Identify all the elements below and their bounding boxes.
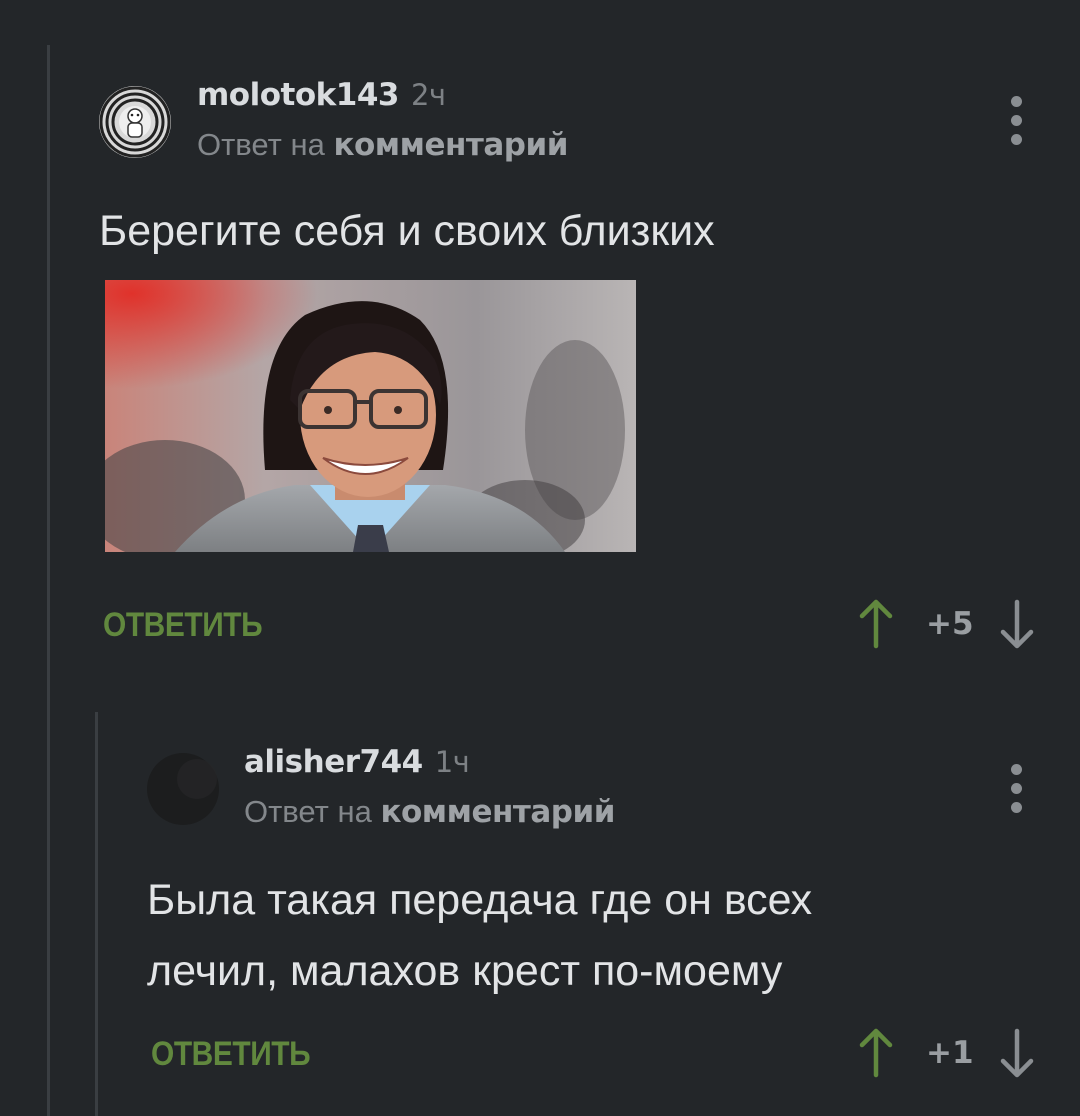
reply-to-prefix: Ответ на bbox=[244, 794, 372, 829]
arrow-down-icon[interactable] bbox=[997, 598, 1037, 650]
reply-to-line: Ответ на комментарий bbox=[197, 127, 568, 163]
rating-score: +1 bbox=[926, 1035, 974, 1071]
comment-time: 1ч bbox=[434, 745, 470, 779]
rating-score: +5 bbox=[926, 606, 974, 642]
comment-author[interactable]: alisher744 1ч bbox=[244, 744, 470, 780]
avatar[interactable] bbox=[147, 753, 219, 825]
avatar[interactable] bbox=[99, 86, 171, 158]
thread-line-level-1 bbox=[47, 45, 50, 1116]
comment-text: Берегите себя и своих близких bbox=[99, 207, 715, 255]
arrow-up-icon[interactable] bbox=[856, 598, 896, 650]
reply-to-line: Ответ на комментарий bbox=[244, 794, 615, 830]
comment-text: Была такая передача где он всех лечил, м… bbox=[147, 876, 813, 995]
comment-time: 2ч bbox=[410, 78, 446, 112]
reply-to-link[interactable]: комментарий bbox=[333, 127, 568, 163]
more-vertical-icon[interactable] bbox=[1011, 764, 1023, 821]
username[interactable]: molotok143 bbox=[197, 77, 399, 113]
arrow-down-icon[interactable] bbox=[997, 1027, 1037, 1079]
more-vertical-icon[interactable] bbox=[1011, 96, 1023, 153]
reply-to-prefix: Ответ на bbox=[197, 127, 325, 162]
reply-button[interactable]: ОТВЕТИТЬ bbox=[103, 606, 263, 645]
reply-button[interactable]: ОТВЕТИТЬ bbox=[151, 1035, 311, 1074]
thread-line-level-2 bbox=[95, 712, 98, 1116]
comment-image[interactable] bbox=[105, 280, 636, 552]
comment-author[interactable]: molotok143 2ч bbox=[197, 77, 446, 113]
arrow-up-icon[interactable] bbox=[856, 1027, 896, 1079]
username[interactable]: alisher744 bbox=[244, 744, 423, 780]
reply-to-link[interactable]: комментарий bbox=[380, 794, 615, 830]
